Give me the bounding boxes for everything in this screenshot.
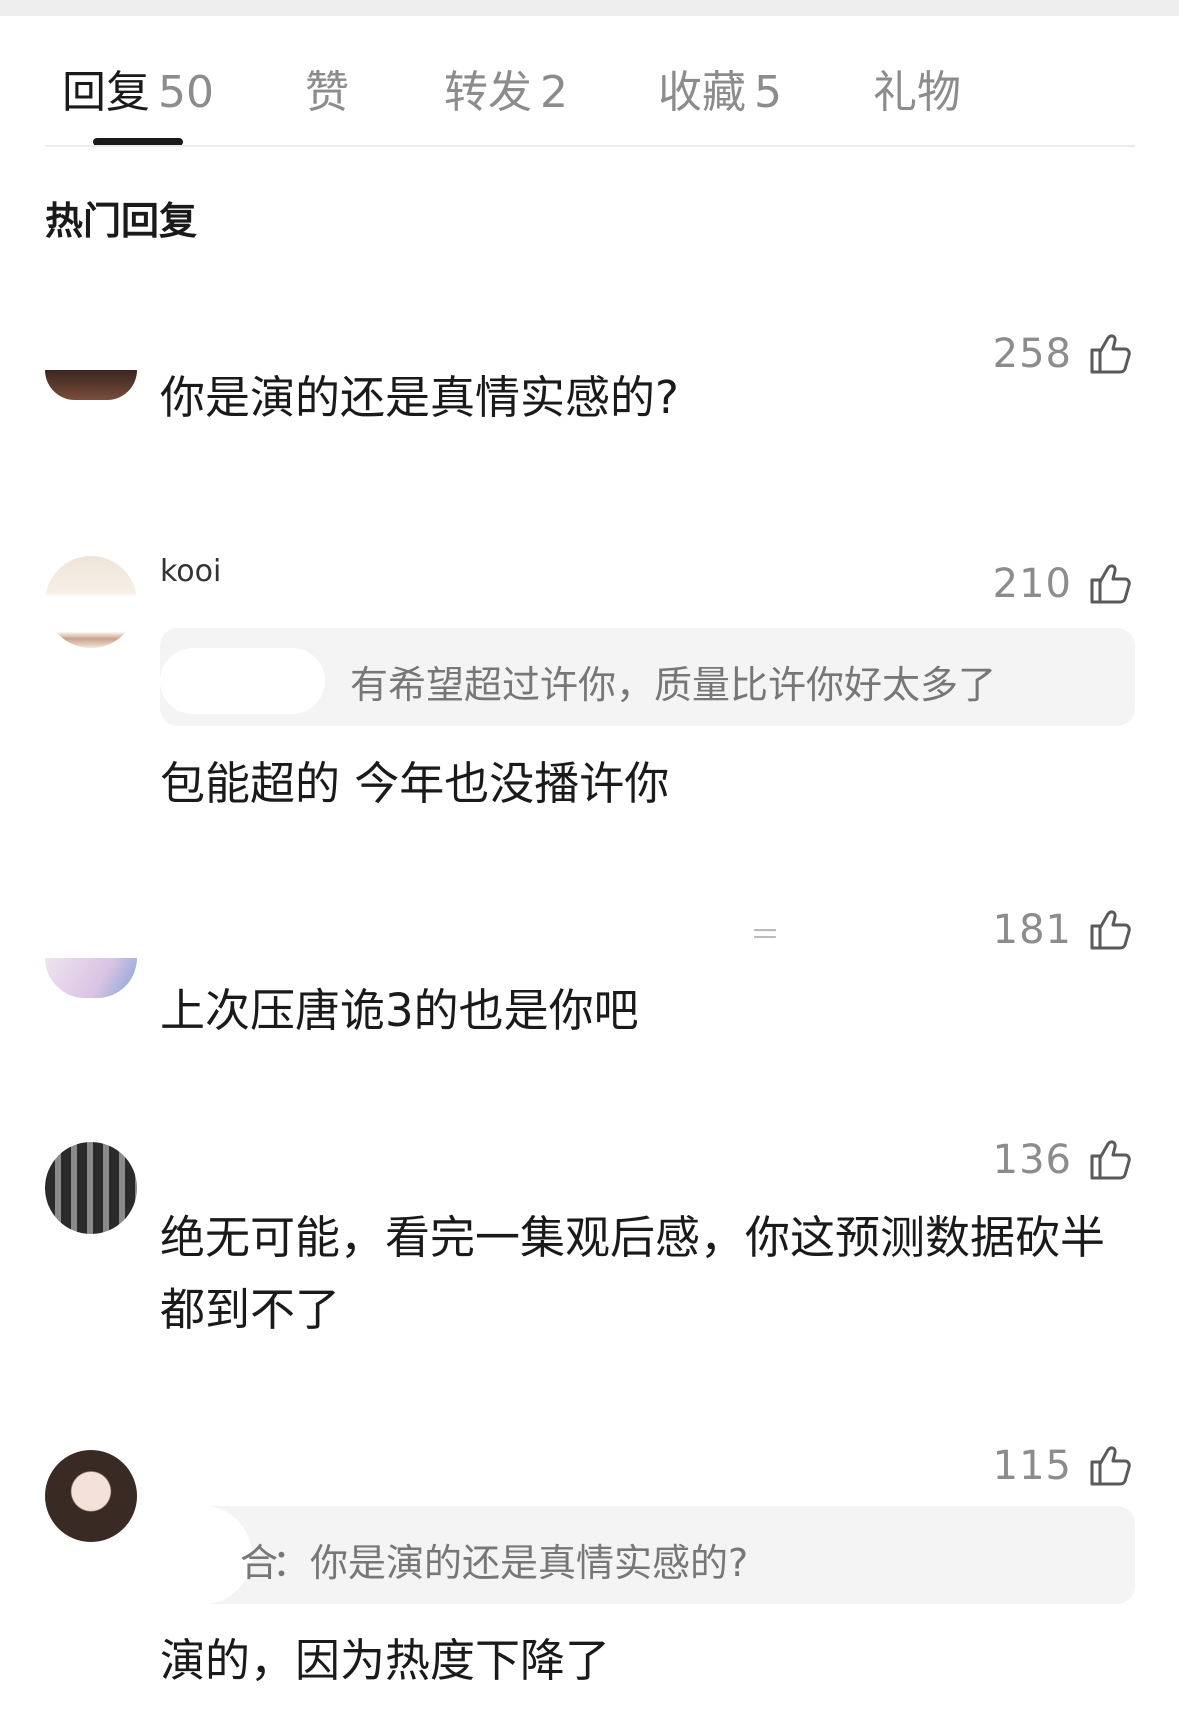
comment-item: 258 你是演的还是真情实感的? xyxy=(0,300,1179,480)
like-button[interactable]: 115 xyxy=(993,1442,1134,1490)
tab-bar: 回复 50 赞 转发 2 收藏 5 礼物 xyxy=(0,16,1179,146)
like-button[interactable]: 181 xyxy=(993,906,1134,954)
tab-count: 50 xyxy=(158,67,214,118)
comment-text: 演的，因为热度下降了 xyxy=(160,1634,611,1687)
tab-label: 礼物 xyxy=(873,67,961,118)
like-button[interactable]: 136 xyxy=(993,1136,1134,1184)
tab-label: 转发 xyxy=(444,67,532,118)
quoted-text: ：你是演的还是真情实感的? xyxy=(272,1541,749,1585)
comment-text: 绝无可能，看完一集观后感，你这预测数据砍半都到不了 xyxy=(160,1211,1106,1336)
tab-reposts[interactable]: 转发 2 xyxy=(444,56,568,120)
avatar[interactable] xyxy=(45,958,137,998)
username-partial: kooi xyxy=(160,554,222,589)
username-partial: ＝ xyxy=(750,918,780,953)
tab-count: 2 xyxy=(540,67,568,118)
quoted-reply[interactable]: 合 ：你是演的还是真情实感的? xyxy=(160,1506,1135,1604)
quoted-reply[interactable]: 有希望超过许你，质量比许你好太多了 xyxy=(160,628,1135,726)
like-count: 115 xyxy=(992,1443,1072,1489)
thumbs-up-icon xyxy=(1090,564,1131,604)
like-button[interactable]: 210 xyxy=(993,560,1134,608)
comment-text: 包能超的 今年也没播许你 xyxy=(160,757,670,810)
quoted-text: 有希望超过许你，质量比许你好太多了 xyxy=(350,663,997,707)
avatar[interactable] xyxy=(45,1142,137,1234)
like-count: 136 xyxy=(992,1137,1072,1183)
avatar[interactable] xyxy=(45,1450,137,1542)
comment-item: 136 绝无可能，看完一集观后感，你这预测数据砍半都到不了 xyxy=(0,1120,1179,1350)
tab-gifts[interactable]: 礼物 xyxy=(873,56,961,120)
comment-item: kooi 210 有希望超过许你，质量比许你好太多了 包能超的 今年也没播许你 xyxy=(0,540,1179,820)
tab-label: 赞 xyxy=(305,67,349,118)
section-title: 热门回复 xyxy=(45,199,198,243)
like-count: 210 xyxy=(992,561,1072,607)
tab-replies[interactable]: 回复 50 xyxy=(62,56,214,120)
tab-favorites[interactable]: 收藏 5 xyxy=(658,56,782,120)
status-bar-strip xyxy=(0,0,1179,16)
tab-label: 回复 xyxy=(62,67,150,118)
tab-divider xyxy=(45,145,1135,147)
thumbs-up-icon xyxy=(1090,1140,1131,1180)
redaction-blob xyxy=(160,648,325,714)
tab-likes[interactable]: 赞 xyxy=(305,56,349,120)
redaction-blob xyxy=(160,1506,252,1604)
avatar[interactable] xyxy=(45,556,137,648)
thumbs-up-icon xyxy=(1090,1446,1131,1486)
comment-text: 你是演的还是真情实感的? xyxy=(160,371,679,424)
comment-item: 115 合 ：你是演的还是真情实感的? 演的，因为热度下降了 xyxy=(0,1420,1179,1720)
comment-text: 上次压唐诡3的也是你吧 xyxy=(160,984,639,1037)
tab-label: 收藏 xyxy=(658,67,746,118)
avatar[interactable] xyxy=(45,370,137,400)
comment-item: ＝ 181 上次压唐诡3的也是你吧 xyxy=(0,880,1179,1040)
thumbs-up-icon xyxy=(1090,910,1131,950)
tab-count: 5 xyxy=(754,67,782,118)
like-count: 181 xyxy=(992,907,1072,953)
